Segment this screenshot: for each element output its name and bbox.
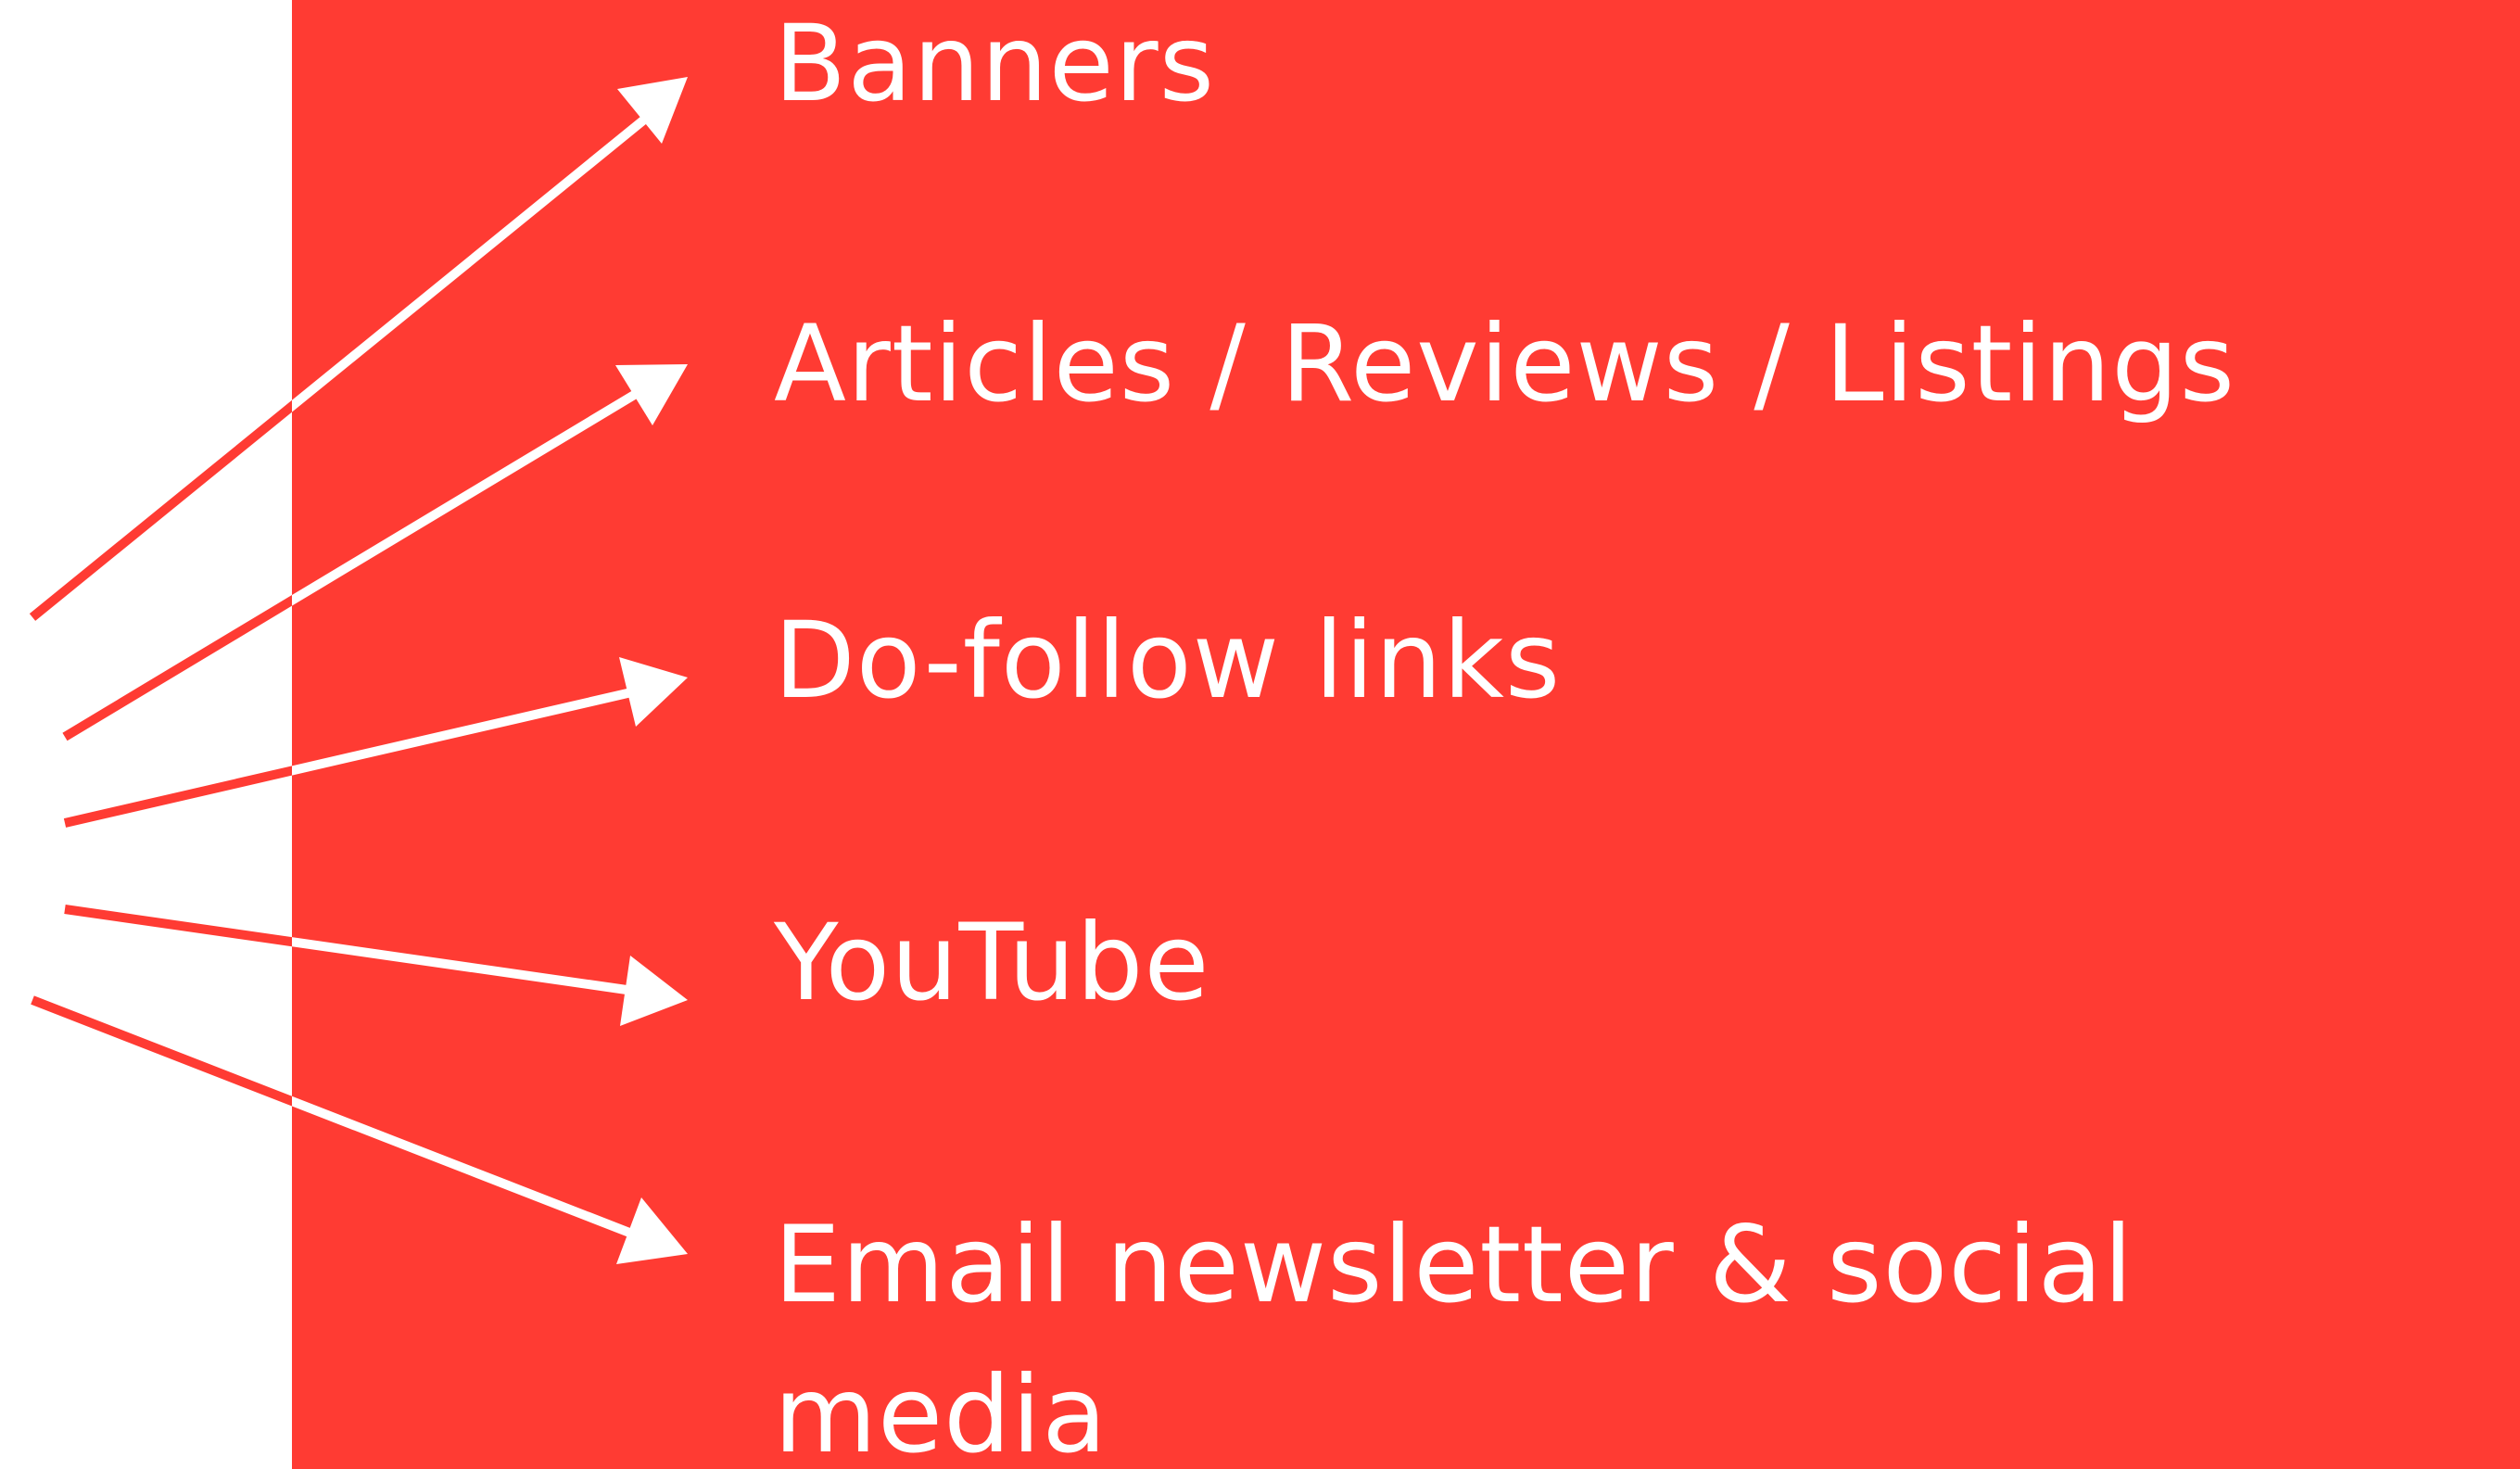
label-articles-reviews-listings: Articles / Reviews / Listings <box>774 302 2235 425</box>
arrow-icon <box>29 77 688 621</box>
label-banners: Banners <box>774 2 1215 125</box>
arrow-icon <box>64 905 688 1026</box>
label-do-follow-links: Do-follow links <box>774 599 1562 722</box>
diagram-canvas: Banners Articles / Reviews / Listings Do… <box>0 0 2520 1469</box>
label-email-newsletter-social-media: Email newsletter & social media <box>774 1203 2134 1469</box>
label-youtube: YouTube <box>774 901 1210 1024</box>
arrow-icon <box>31 995 688 1264</box>
arrow-icon <box>62 364 688 741</box>
